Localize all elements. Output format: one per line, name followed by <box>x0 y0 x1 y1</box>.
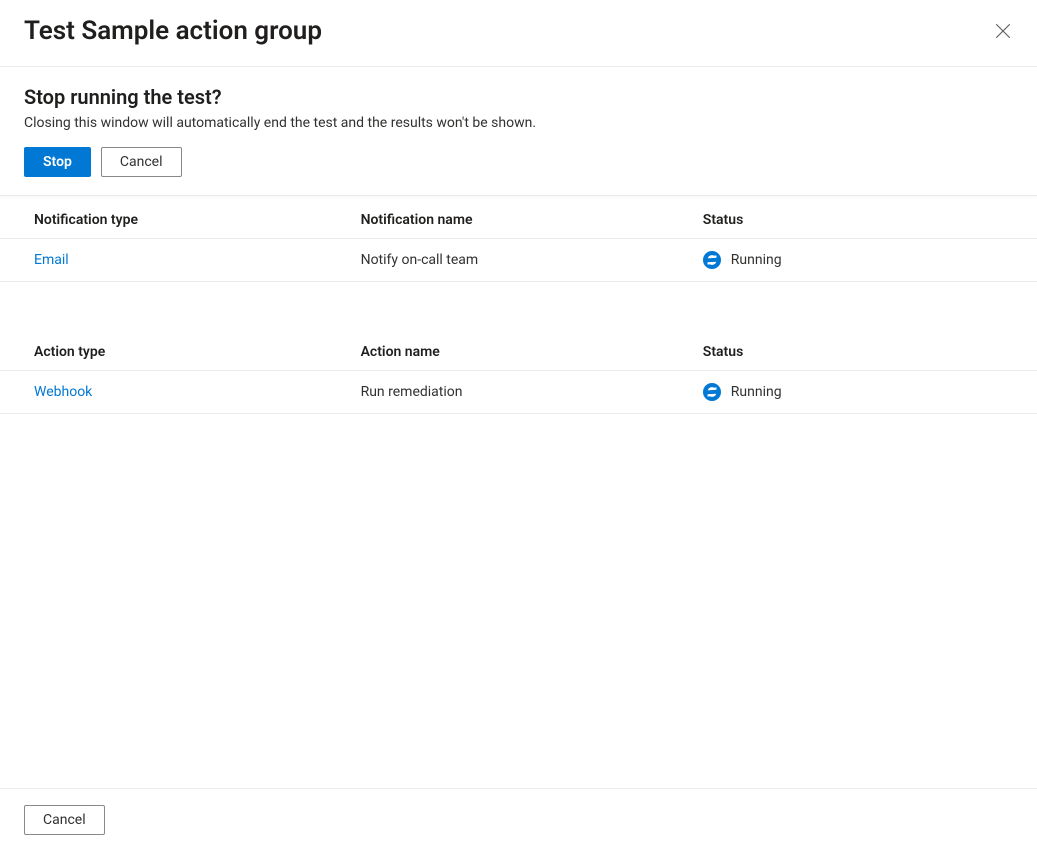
confirm-button-row: Stop Cancel <box>24 147 1013 177</box>
stop-button[interactable]: Stop <box>24 147 91 177</box>
table-row: Webhook Run remediation Running <box>0 371 1037 414</box>
status-text: Running <box>731 252 782 268</box>
table-gap <box>0 282 1037 328</box>
status-text: Running <box>731 384 782 400</box>
status-cell: Running <box>703 251 1029 269</box>
running-icon <box>703 251 721 269</box>
panel-header: Test Sample action group <box>0 0 1037 67</box>
col-header-notification-type: Notification type <box>0 202 353 239</box>
action-name-cell: Run remediation <box>353 371 695 414</box>
col-header-status: Status <box>695 334 1037 371</box>
col-header-notification-name: Notification name <box>353 202 695 239</box>
notification-name-cell: Notify on-call team <box>353 239 695 282</box>
cancel-button[interactable]: Cancel <box>24 805 105 835</box>
panel-footer: Cancel <box>0 788 1037 853</box>
content-area: Notification type Notification name Stat… <box>0 196 1037 853</box>
table-header-row: Notification type Notification name Stat… <box>0 202 1037 239</box>
col-header-status: Status <box>695 202 1037 239</box>
status-cell: Running <box>703 383 1029 401</box>
confirm-stop-section: Stop running the test? Closing this wind… <box>0 67 1037 196</box>
notification-type-link[interactable]: Email <box>34 252 69 268</box>
col-header-action-type: Action type <box>0 334 353 371</box>
close-icon <box>994 22 1012 40</box>
actions-table: Action type Action name Status Webhook R… <box>0 334 1037 414</box>
cancel-confirm-button[interactable]: Cancel <box>101 147 182 177</box>
col-header-action-name: Action name <box>353 334 695 371</box>
close-button[interactable] <box>993 21 1013 41</box>
notifications-table: Notification type Notification name Stat… <box>0 202 1037 282</box>
table-row: Email Notify on-call team Running <box>0 239 1037 282</box>
table-header-row: Action type Action name Status <box>0 334 1037 371</box>
page-title: Test Sample action group <box>24 16 322 46</box>
confirm-title: Stop running the test? <box>24 85 1013 109</box>
action-type-link[interactable]: Webhook <box>34 384 92 400</box>
running-icon <box>703 383 721 401</box>
confirm-description: Closing this window will automatically e… <box>24 115 1013 131</box>
